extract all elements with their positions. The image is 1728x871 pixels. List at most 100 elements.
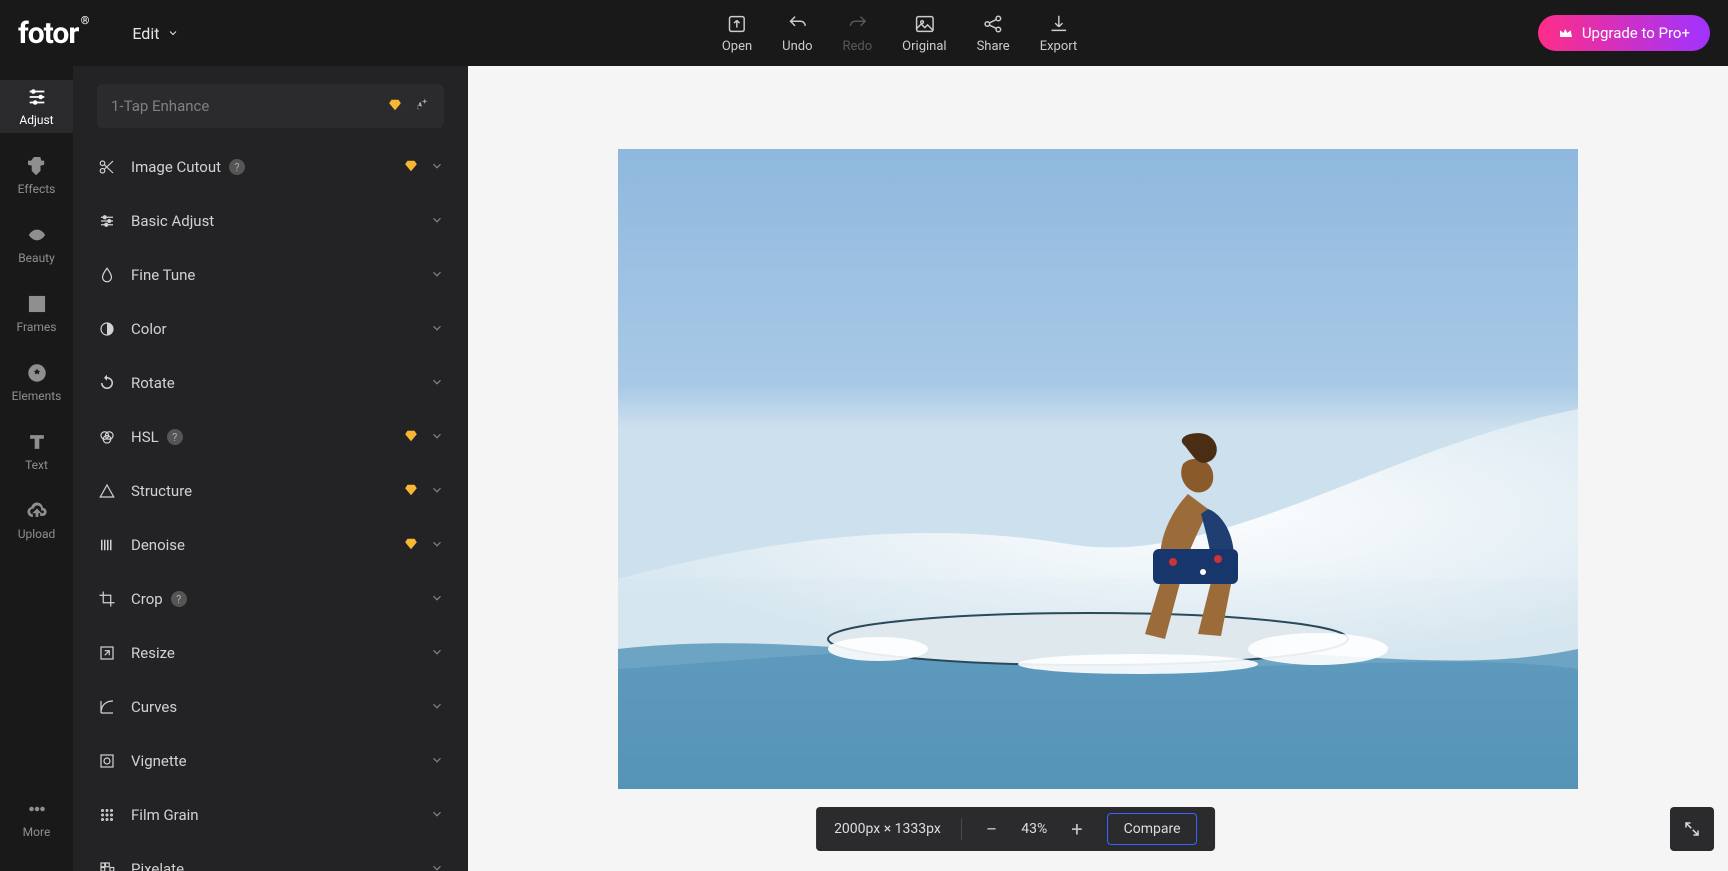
zoom-out-button[interactable]: −: [982, 817, 1001, 841]
chevron-down-icon: [430, 752, 444, 771]
panel-item-label: Basic Adjust: [131, 212, 214, 230]
compare-button[interactable]: Compare: [1107, 813, 1198, 845]
undo-button[interactable]: Undo: [782, 13, 812, 54]
panel-item-label: Fine Tune: [131, 266, 195, 284]
panel-item-resize[interactable]: Resize: [97, 626, 444, 680]
canvas-image[interactable]: [618, 149, 1578, 789]
droplet-icon: [97, 266, 117, 284]
panel-item-onetap[interactable]: 1-Tap Enhance: [97, 84, 444, 128]
chevron-down-icon: [430, 860, 444, 871]
help-icon[interactable]: ?: [167, 429, 183, 445]
edit-menu-label: Edit: [132, 24, 159, 43]
bars-icon: [97, 536, 117, 554]
panel-item-label: Color: [131, 320, 167, 338]
help-icon[interactable]: ?: [171, 591, 187, 607]
rail-adjust[interactable]: Adjust: [0, 80, 73, 133]
share-button[interactable]: Share: [977, 13, 1010, 54]
rail-elements[interactable]: Elements: [0, 356, 73, 409]
sliders-icon: [97, 212, 117, 230]
upload-icon: [26, 500, 48, 522]
panel-item-label: Vignette: [131, 752, 187, 770]
rail-beauty[interactable]: Beauty: [0, 218, 73, 271]
panel-item-cutout[interactable]: Image Cutout?: [97, 140, 444, 194]
panel-item-label: Structure: [131, 482, 192, 500]
resize-icon: [97, 644, 117, 662]
panel-item-vignette[interactable]: Vignette: [97, 734, 444, 788]
premium-icon: [404, 428, 418, 447]
chevron-down-icon: [430, 428, 444, 447]
panel-item-label: 1-Tap Enhance: [111, 97, 209, 115]
rail-more[interactable]: More: [0, 792, 73, 845]
panel-item-basic[interactable]: Basic Adjust: [97, 194, 444, 248]
panel-item-denoise[interactable]: Denoise: [97, 518, 444, 572]
elements-icon: [26, 362, 48, 384]
original-icon: [913, 13, 935, 35]
panel-item-filmgrain[interactable]: Film Grain: [97, 788, 444, 842]
chevron-down-icon: [430, 374, 444, 393]
vignette-icon: [97, 752, 117, 770]
panel-item-structure[interactable]: Structure: [97, 464, 444, 518]
beauty-icon: [26, 224, 48, 246]
panel-item-label: Pixelate: [131, 860, 184, 871]
chevron-down-icon: [430, 698, 444, 717]
toolbar-actions: Open Undo Redo Original Share Export: [722, 13, 1077, 54]
original-button[interactable]: Original: [902, 13, 946, 54]
chevron-down-icon: [430, 482, 444, 501]
chevron-down-icon: [430, 266, 444, 285]
chevron-down-icon: [430, 536, 444, 555]
upgrade-button[interactable]: Upgrade to Pro+: [1538, 15, 1710, 51]
rail-frames[interactable]: Frames: [0, 287, 73, 340]
crown-icon: [1558, 25, 1574, 41]
premium-icon: [404, 158, 418, 177]
edit-menu[interactable]: Edit: [132, 24, 179, 43]
panel-item-label: Curves: [131, 698, 177, 716]
crop-icon: [97, 590, 117, 608]
scissors-icon: [97, 158, 117, 176]
top-bar: fotor® Edit Open Undo Redo Original Shar…: [0, 0, 1728, 66]
help-icon[interactable]: ?: [229, 159, 245, 175]
rail-effects[interactable]: Effects: [0, 149, 73, 202]
left-rail: Adjust Effects Beauty Frames Elements Te…: [0, 66, 73, 871]
chevron-down-icon: [430, 212, 444, 231]
logo[interactable]: fotor®: [18, 16, 78, 51]
panel-item-label: Resize: [131, 644, 175, 662]
export-button[interactable]: Export: [1040, 13, 1078, 54]
hsl-icon: [97, 428, 117, 446]
premium-icon: [404, 482, 418, 501]
divider: [961, 818, 962, 840]
share-icon: [982, 13, 1004, 35]
grain-icon: [97, 806, 117, 824]
more-icon: [26, 798, 48, 820]
image-dimensions: 2000px × 1333px: [834, 821, 941, 837]
frames-icon: [26, 293, 48, 315]
redo-button[interactable]: Redo: [843, 13, 873, 54]
redo-icon: [846, 13, 868, 35]
fullscreen-icon: [1683, 820, 1701, 838]
panel-item-crop[interactable]: Crop?: [97, 572, 444, 626]
export-icon: [1047, 13, 1069, 35]
effects-icon: [26, 155, 48, 177]
fullscreen-button[interactable]: [1670, 807, 1714, 851]
undo-icon: [786, 13, 808, 35]
panel-item-hsl[interactable]: HSL?: [97, 410, 444, 464]
sparkle-icon: [414, 96, 430, 116]
rail-upload[interactable]: Upload: [0, 494, 73, 547]
chevron-down-icon: [430, 320, 444, 339]
panel-item-pixelate[interactable]: Pixelate: [97, 842, 444, 871]
pixelate-icon: [97, 860, 117, 871]
panel-item-color[interactable]: Color: [97, 302, 444, 356]
zoom-in-button[interactable]: +: [1067, 817, 1086, 841]
chevron-down-icon: [430, 158, 444, 177]
rotate-icon: [97, 374, 117, 392]
open-button[interactable]: Open: [722, 13, 752, 54]
zoom-level: 43%: [1021, 821, 1047, 837]
canvas-area[interactable]: [468, 66, 1728, 871]
rail-text[interactable]: Text: [0, 425, 73, 478]
text-icon: [26, 431, 48, 453]
panel-item-curves[interactable]: Curves: [97, 680, 444, 734]
panel-item-rotate[interactable]: Rotate: [97, 356, 444, 410]
panel-item-finetune[interactable]: Fine Tune: [97, 248, 444, 302]
adjust-icon: [26, 86, 48, 108]
open-icon: [726, 13, 748, 35]
chevron-down-icon: [430, 806, 444, 825]
